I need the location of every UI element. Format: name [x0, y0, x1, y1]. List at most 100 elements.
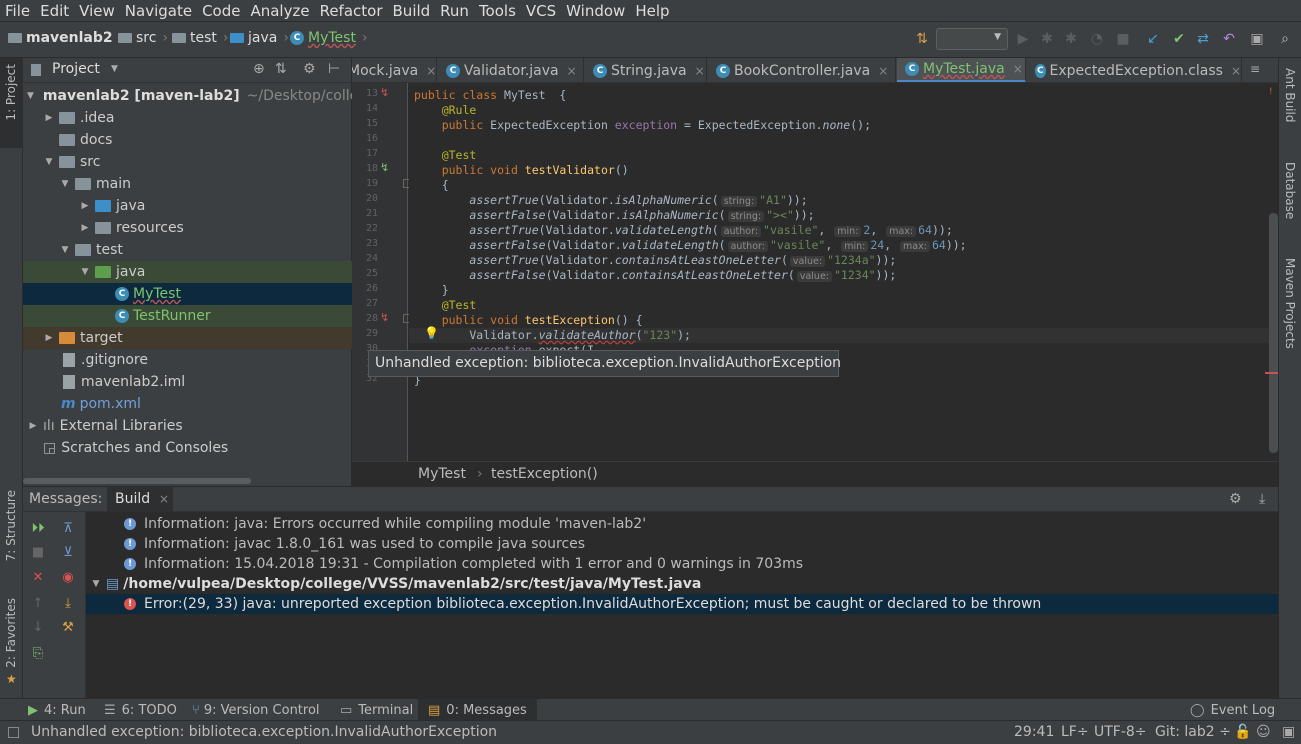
expand-arrow-icon[interactable]: ▶ — [27, 421, 39, 431]
tree-item-iml[interactable]: mavenlab2.iml — [23, 371, 352, 393]
tree-item-external-libraries[interactable]: ▶ ılı External Libraries — [23, 415, 352, 437]
editor-scroll-thumb[interactable] — [1269, 213, 1278, 453]
menu-file[interactable]: File — [0, 2, 35, 20]
close-icon[interactable]: × — [426, 64, 436, 78]
profile-icon[interactable]: ◔ — [1088, 30, 1106, 48]
chevron-down-icon[interactable]: ▼ — [111, 64, 118, 74]
tree-item-idea[interactable]: ▶ .idea — [23, 107, 352, 129]
tab-terminal[interactable]: ▭ Terminal — [340, 699, 413, 721]
inspector-icon[interactable]: ☺ — [1256, 724, 1271, 740]
tree-item-testrunner[interactable]: C TestRunner — [23, 305, 352, 327]
menu-refactor[interactable]: Refactor — [315, 2, 388, 20]
expand-arrow-icon[interactable]: ▶ — [43, 333, 55, 343]
menu-view[interactable]: View — [74, 2, 120, 20]
export-icon[interactable]: ⤓ — [60, 596, 76, 612]
show-errors-icon[interactable]: ◉ — [60, 570, 76, 586]
gear-icon[interactable]: ⚙ — [303, 61, 316, 77]
gear-icon[interactable]: ⚙ — [1229, 491, 1242, 507]
close-icon[interactable]: × — [567, 64, 577, 78]
tree-item-src[interactable]: ▼ src — [23, 151, 352, 173]
run-icon[interactable]: ▶ — [1014, 30, 1032, 48]
vcs-history-icon[interactable]: ⇄ — [1194, 30, 1212, 48]
expand-arrow-icon[interactable]: ▶ — [79, 223, 91, 233]
horizontal-scrollbar[interactable] — [23, 478, 251, 484]
tab-event-log[interactable]: ◯ Event Log — [1190, 699, 1275, 721]
close-icon[interactable]: × — [878, 64, 888, 78]
error-stripe-icon[interactable]: ! — [1269, 87, 1278, 97]
stop-icon[interactable]: ■ — [30, 545, 46, 561]
wrench-icon[interactable]: ⚒ — [60, 620, 76, 636]
expand-arrow-icon[interactable]: ▼ — [59, 245, 71, 255]
breadcrumb-class[interactable]: MyTest — [418, 466, 466, 482]
tab-todo[interactable]: ☰ 6: TODO — [104, 699, 177, 721]
tree-item-test[interactable]: ▼ test — [23, 239, 352, 261]
toggle-tool-windows-icon[interactable] — [8, 727, 19, 738]
menu-navigate[interactable]: Navigate — [120, 2, 197, 20]
arrow-up-icon[interactable]: ↑ — [30, 596, 46, 612]
menu-help[interactable]: Help — [630, 2, 674, 20]
tab-run[interactable]: ▶ 4: Run — [28, 699, 86, 721]
pin-icon[interactable]: ⎘ — [30, 646, 46, 662]
close-icon[interactable]: ✕ — [30, 570, 46, 586]
tab-build[interactable]: Build × — [107, 487, 173, 513]
build-sort-icon[interactable]: ⇅ — [913, 30, 931, 48]
tree-item-pom[interactable]: m pom.xml — [23, 393, 352, 415]
tree-item-main[interactable]: ▼ main — [23, 173, 352, 195]
expand-arrow-icon[interactable]: ▼ — [43, 157, 55, 167]
lock-icon[interactable]: 🔓 — [1234, 724, 1251, 740]
tree-item-resources[interactable]: ▶ resources — [23, 217, 352, 239]
error-bulb-icon[interactable]: 💡 — [424, 326, 439, 340]
menu-edit[interactable]: Edit — [35, 2, 74, 20]
menu-run[interactable]: Run — [435, 2, 474, 20]
hide-icon[interactable]: ⤓ — [1259, 491, 1265, 507]
menu-build[interactable]: Build — [388, 2, 436, 20]
layout-icon[interactable]: ▣ — [1248, 30, 1266, 48]
tab-mytest[interactable]: C MyTest.java × — [897, 58, 1026, 82]
tree-item-main-java[interactable]: ▶ java — [23, 195, 352, 217]
vcs-update-icon[interactable]: ↙ — [1144, 30, 1162, 48]
code-editor[interactable]: public class MyTest { @Rule public Expec… — [409, 83, 1269, 461]
project-view-selector[interactable]: Project — [52, 61, 100, 77]
close-icon[interactable]: × — [695, 64, 705, 78]
debug-icon[interactable]: ✱ — [1038, 30, 1056, 48]
tree-item-gitignore[interactable]: .gitignore — [23, 349, 352, 371]
message-file-row[interactable]: ▼ ▤/home/vulpea/Desktop/college/VVSS/mave… — [86, 574, 1278, 594]
run-test-icon[interactable]: ↯ — [380, 311, 389, 324]
run-config-dropdown[interactable]: ▼ — [936, 28, 1008, 50]
editor-scrollbar[interactable]: ! — [1265, 83, 1278, 461]
expand-arrow-icon[interactable]: ▼ — [79, 267, 91, 277]
rerun-icon[interactable]: ⏵⏵ — [30, 521, 46, 537]
tree-item-scratches[interactable]: ◲ Scratches and Consoles — [23, 437, 352, 459]
expand-arrow-icon[interactable]: ▶ — [43, 113, 55, 123]
collapse-all-icon[interactable]: ⊻ — [60, 545, 76, 561]
breadcrumb-item[interactable]: java › — [230, 30, 289, 46]
close-icon[interactable]: × — [1013, 62, 1023, 76]
tab-messages[interactable]: ▤ 0: Messages — [418, 699, 537, 721]
locate-icon[interactable]: ⊕ — [253, 61, 265, 77]
menu-vcs[interactable]: VCS — [521, 2, 561, 20]
structure-tool-button[interactable]: 7: Structure — [4, 490, 18, 561]
notifications-icon[interactable]: ▣ — [1282, 724, 1295, 740]
expand-arrow-icon[interactable]: ▶ — [79, 201, 91, 211]
message-error-row[interactable]: ! Error:(29, 33) java: unreported excepti… — [86, 594, 1278, 614]
git-branch[interactable]: Git: lab2 ÷ — [1155, 724, 1231, 740]
caret-position[interactable]: 29:41 — [1014, 724, 1054, 740]
tab-expectedexception[interactable]: C ExpectedException.class × — [1027, 58, 1242, 82]
hide-icon[interactable]: ⊢ — [328, 61, 340, 77]
tree-item-docs[interactable]: docs — [23, 129, 352, 151]
tab-version-control[interactable]: ⑂ 9: Version Control — [192, 699, 320, 721]
breadcrumb-method[interactable]: testException() — [491, 466, 598, 482]
breadcrumb-item[interactable]: src › — [118, 30, 168, 46]
file-encoding[interactable]: UTF-8÷ — [1094, 724, 1147, 740]
tree-item-test-java[interactable]: ▼ java — [23, 261, 352, 283]
message-row[interactable]: ! Information: javac 1.8.0_161 was used t… — [86, 534, 1278, 554]
menu-window[interactable]: Window — [561, 2, 630, 20]
breadcrumb-item[interactable]: mavenlab2› — [8, 30, 124, 46]
line-separator[interactable]: LF÷ — [1061, 724, 1089, 740]
tab-bookcontroller[interactable]: C BookController.java × — [708, 58, 896, 82]
expand-arrow-icon[interactable]: ▼ — [59, 179, 71, 189]
run-test-class-icon[interactable]: ↯ — [380, 86, 389, 99]
tab-validator[interactable]: C Validator.java × — [438, 58, 584, 82]
vcs-commit-icon[interactable]: ✔ — [1170, 30, 1188, 48]
coverage-icon[interactable]: ✱ — [1062, 30, 1080, 48]
